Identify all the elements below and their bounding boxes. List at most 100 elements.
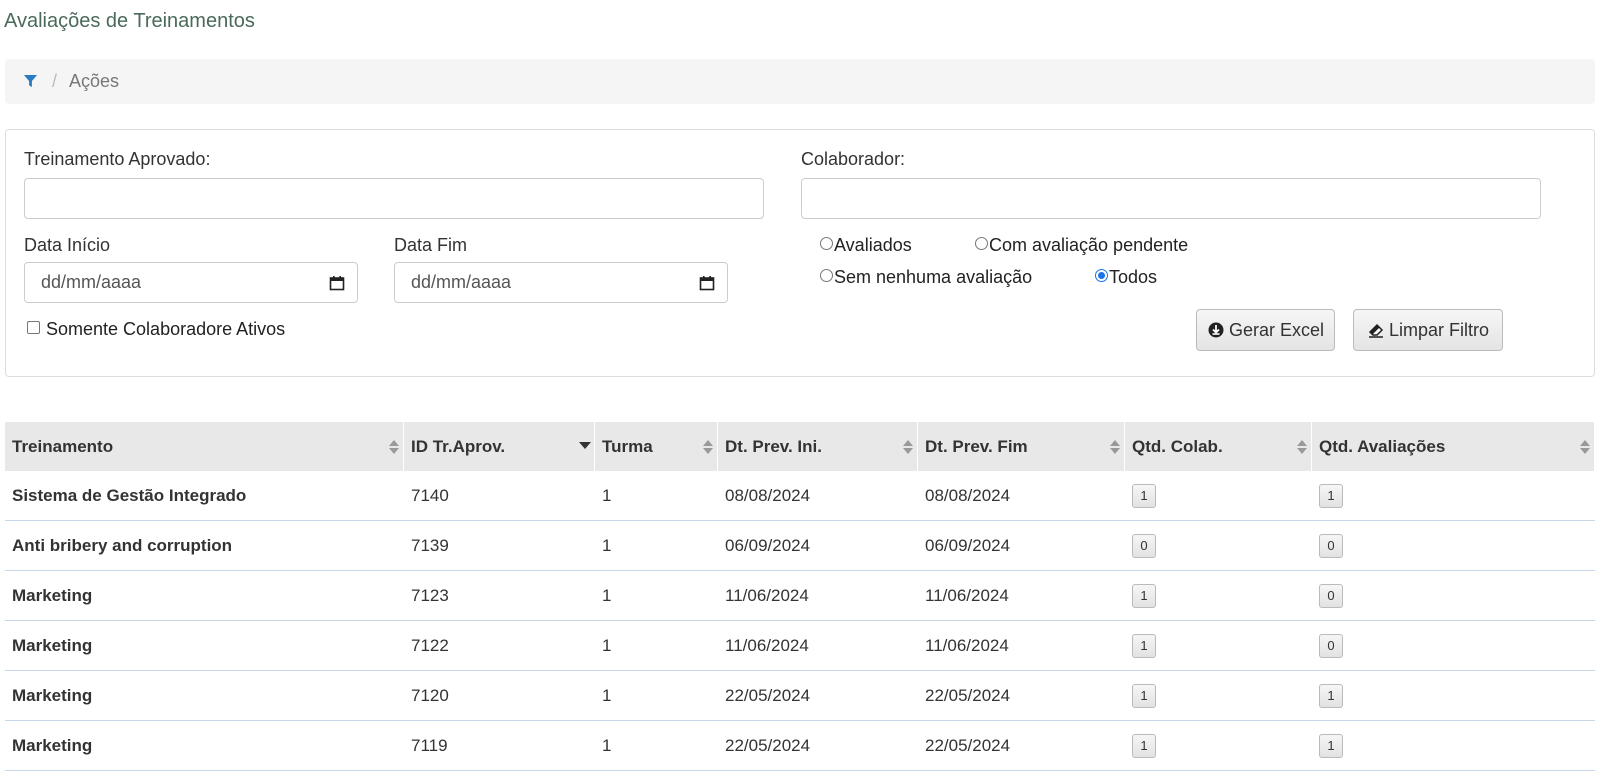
radio-sem-avaliacao-label: Sem nenhuma avaliação <box>834 267 1033 287</box>
gerar-excel-button[interactable]: Gerar Excel <box>1196 309 1335 351</box>
cell-qtd-colab: 0 <box>1125 521 1312 570</box>
cell-turma: 1 <box>602 685 612 705</box>
qtd-avaliacoes-button[interactable]: 1 <box>1319 483 1343 508</box>
qtd-colab-button[interactable]: 1 <box>1132 733 1156 758</box>
treinamento-input[interactable] <box>24 178 764 219</box>
qtd-avaliacoes-button[interactable]: 0 <box>1319 633 1343 658</box>
data-fim-placeholder: dd/mm/aaaa <box>411 272 512 292</box>
sort-both-icon[interactable] <box>702 438 713 456</box>
sort-both-icon[interactable] <box>388 438 399 456</box>
data-inicio-label: Data Início <box>24 235 111 255</box>
col-qtd-avaliacoes-header[interactable]: Qtd. Avaliações <box>1312 422 1595 471</box>
column-header-label: Dt. Prev. Ini. <box>725 436 822 456</box>
table-row[interactable]: Sistema de Gestão Integrado 7140 1 08/08/20… <box>5 471 1595 521</box>
cell-qtd-colab: 1 <box>1125 571 1312 620</box>
table-header: Treinamento ID Tr.Aprov. Turma Dt. Prev. In… <box>5 422 1595 471</box>
sort-both-icon[interactable] <box>1109 438 1120 456</box>
cell-ini: 11/06/2024 <box>725 585 809 605</box>
cell-id: 7122 <box>411 635 449 655</box>
sort-both-icon[interactable] <box>902 438 913 456</box>
qtd-avaliacoes-button[interactable]: 1 <box>1319 733 1343 758</box>
column-header-label: Treinamento <box>12 436 114 456</box>
qtd-avaliacoes-button[interactable]: 0 <box>1319 533 1343 558</box>
cell-fim: 22/05/2024 <box>925 735 1011 755</box>
colaborador-input[interactable] <box>801 178 1541 219</box>
cell-fim: 06/09/2024 <box>925 535 1011 555</box>
filter-panel: Treinamento Aprovado: Colaborador: Data … <box>5 129 1595 377</box>
radio-avaliados[interactable]: Avaliados <box>820 235 912 256</box>
radio-circle[interactable] <box>820 269 833 282</box>
qtd-avaliacoes-button[interactable]: 0 <box>1319 583 1343 608</box>
col-treinamento-header[interactable]: Treinamento <box>5 422 404 471</box>
cell-ini: 22/05/2024 <box>725 735 811 755</box>
radio-com-avaliacao-pendente[interactable]: Com avaliação pendente <box>975 235 1188 256</box>
cell-qtd-colab: 1 <box>1125 721 1312 770</box>
table-row[interactable]: Marketing 7119 1 22/05/2024 22/05/2024 1 1 <box>5 721 1595 771</box>
breadcrumb-separator: / <box>52 71 58 91</box>
radio-pendente-label: Com avaliação pendente <box>989 235 1189 255</box>
table-row[interactable]: Marketing 7123 1 11/06/2024 11/06/2024 1 0 <box>5 571 1595 621</box>
cell-turma: 1 <box>602 735 612 755</box>
filter-icon[interactable] <box>23 74 38 89</box>
data-fim-label: Data Fim <box>394 235 468 255</box>
table-row[interactable]: Marketing 7120 1 22/05/2024 22/05/2024 1 1 <box>5 671 1595 721</box>
checkbox-box[interactable] <box>27 321 40 334</box>
calendar-icon[interactable] <box>699 275 715 291</box>
cell-fim: 08/08/2024 <box>925 485 1011 505</box>
cell-qtd-colab: 1 <box>1125 471 1312 520</box>
column-header-label: Qtd. Avaliações <box>1319 436 1446 456</box>
qtd-colab-button[interactable]: 1 <box>1132 483 1156 508</box>
radio-circle[interactable] <box>975 237 988 250</box>
sort-both-icon[interactable] <box>1296 438 1307 456</box>
col-dt-prev-fim-header[interactable]: Dt. Prev. Fim <box>918 422 1125 471</box>
radio-sem-nenhuma-avaliacao[interactable]: Sem nenhuma avaliação <box>820 267 1032 288</box>
radio-avaliados-label: Avaliados <box>834 235 912 255</box>
cell-qtd-avaliacoes: 1 <box>1312 721 1595 770</box>
qtd-colab-button[interactable]: 1 <box>1132 633 1156 658</box>
calendar-icon[interactable] <box>329 275 345 291</box>
data-fim-input[interactable]: dd/mm/aaaa <box>394 262 728 303</box>
col-turma-header[interactable]: Turma <box>595 422 718 471</box>
radio-todos[interactable]: Todos <box>1095 267 1157 288</box>
colaborador-label: Colaborador: <box>801 149 906 169</box>
cell-qtd-colab: 1 <box>1125 621 1312 670</box>
eraser-icon <box>1367 321 1385 339</box>
cell-fim: 11/06/2024 <box>925 635 1009 655</box>
cell-fim: 11/06/2024 <box>925 585 1009 605</box>
sort-desc-icon[interactable] <box>579 438 591 456</box>
download-icon <box>1207 321 1225 339</box>
qtd-avaliacoes-button[interactable]: 1 <box>1319 683 1343 708</box>
col-id-tr-aprov-header[interactable]: ID Tr.Aprov. <box>404 422 595 471</box>
cell-turma: 1 <box>602 485 612 505</box>
radio-circle-selected[interactable] <box>1095 269 1108 282</box>
table-row[interactable]: Marketing 7122 1 11/06/2024 11/06/2024 1 0 <box>5 621 1595 671</box>
breadcrumb-acoes[interactable]: Ações <box>69 71 119 92</box>
column-header-label: Dt. Prev. Fim <box>925 436 1028 456</box>
col-qtd-colab-header[interactable]: Qtd. Colab. <box>1125 422 1312 471</box>
radio-circle[interactable] <box>820 237 833 250</box>
cell-qtd-avaliacoes: 0 <box>1312 621 1595 670</box>
data-inicio-input[interactable]: dd/mm/aaaa <box>24 262 358 303</box>
cell-id: 7123 <box>411 585 449 605</box>
cell-id: 7139 <box>411 535 449 555</box>
qtd-colab-button[interactable]: 0 <box>1132 533 1156 558</box>
sort-both-icon[interactable] <box>1579 438 1590 456</box>
somente-ativos-checkbox[interactable]: Somente Colaboradore Ativos <box>27 319 285 340</box>
breadcrumb: / Ações <box>5 59 1595 104</box>
qtd-colab-button[interactable]: 1 <box>1132 683 1156 708</box>
column-header-label: ID Tr.Aprov. <box>411 436 506 456</box>
table-row[interactable]: Anti bribery and corruption 7139 1 06/09/20… <box>5 521 1595 571</box>
cell-qtd-avaliacoes: 0 <box>1312 521 1595 570</box>
qtd-colab-button[interactable]: 1 <box>1132 583 1156 608</box>
treinamento-label: Treinamento Aprovado: <box>24 149 211 169</box>
limpar-filtro-button[interactable]: Limpar Filtro <box>1353 309 1503 351</box>
gerar-excel-label: Gerar Excel <box>1228 319 1325 340</box>
col-dt-prev-ini-header[interactable]: Dt. Prev. Ini. <box>718 422 918 471</box>
column-header-label: Qtd. Colab. <box>1132 436 1223 456</box>
cell-turma: 1 <box>602 535 612 555</box>
cell-id: 7119 <box>411 735 448 755</box>
cell-id: 7120 <box>411 685 449 705</box>
cell-treinamento: Marketing <box>12 635 93 655</box>
data-inicio-placeholder: dd/mm/aaaa <box>41 272 142 292</box>
somente-ativos-label: Somente Colaboradore Ativos <box>46 319 286 339</box>
